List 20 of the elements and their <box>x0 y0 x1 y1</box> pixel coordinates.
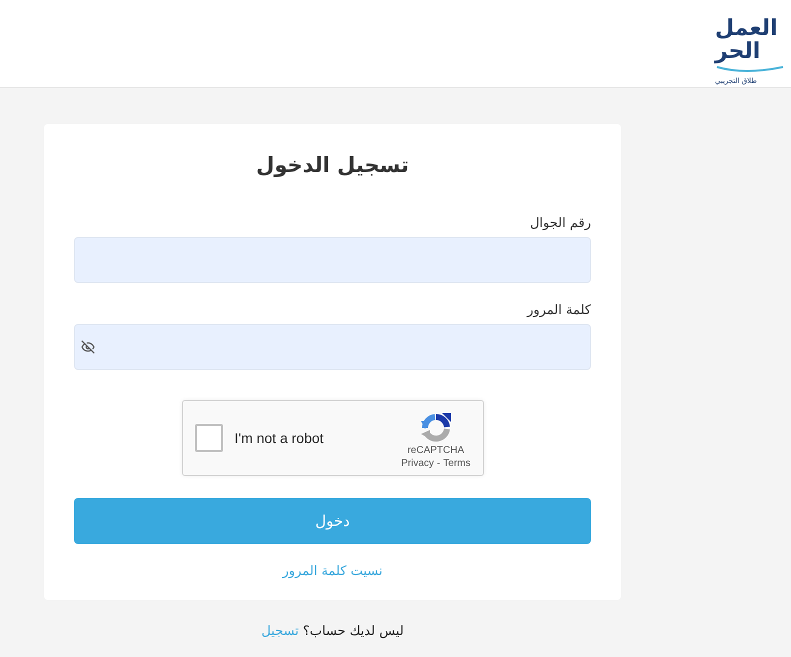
field-label: رقم الجوال <box>530 215 591 233</box>
logo-title: الحر <box>715 40 760 64</box>
password-field[interactable] <box>74 324 591 370</box>
logo-title: العمل <box>715 18 778 40</box>
link-separator: - <box>436 457 440 470</box>
circular-arrows-icon <box>420 412 452 444</box>
privacy-link[interactable]: Privacy <box>401 457 434 470</box>
phone-field[interactable] <box>74 237 591 283</box>
terms-link[interactable]: Terms <box>443 457 470 470</box>
captcha-checkbox[interactable] <box>194 424 222 452</box>
signup-prompt: ليس لديك حساب؟ تسجيل <box>261 623 404 641</box>
eye-slash-icon[interactable] <box>81 340 95 354</box>
signup-link[interactable]: تسجيل <box>261 624 299 639</box>
forgot-password-link[interactable]: نسيت كلمة المرور <box>282 562 382 582</box>
card-title: تسجيل الدخول <box>255 152 410 180</box>
captcha-label: I'm not a robot <box>234 428 324 448</box>
login-button[interactable]: دخول <box>74 498 591 544</box>
wave-logo-icon <box>715 66 785 73</box>
captcha-brand: reCAPTCHA <box>407 445 464 457</box>
field-label: كلمة المرور <box>527 302 591 320</box>
